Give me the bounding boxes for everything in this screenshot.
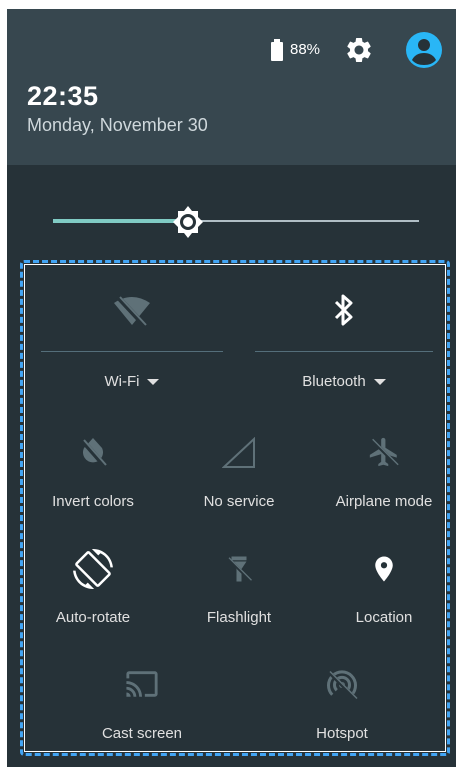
brightness-icon[interactable]: [171, 205, 205, 239]
location-label: Location: [355, 609, 413, 626]
airplane-icon: [369, 437, 399, 467]
service-label: No service: [203, 493, 275, 510]
wifi-divider: [41, 351, 223, 352]
quick-settings-panel: Wi-Fi Bluetooth Invert colors No service: [20, 260, 450, 756]
tile-invert-colors[interactable]: Invert colors: [27, 427, 159, 517]
rotate-label: Auto-rotate: [55, 609, 131, 626]
date-label: Monday, November 30: [27, 115, 208, 135]
bluetooth-icon: [334, 294, 353, 326]
flashlight-label: Flashlight: [206, 609, 272, 626]
brightness-fill: [53, 219, 188, 223]
wifi-off-icon: [114, 295, 150, 327]
shade-header: 88% 22:35 Monday, November 30: [7, 9, 456, 165]
tile-cast-screen[interactable]: Cast screen: [67, 661, 217, 751]
tile-no-service[interactable]: No service: [173, 427, 305, 517]
invert-label: Invert colors: [52, 493, 134, 510]
wifi-label: Wi-Fi: [104, 373, 140, 390]
chevron-down-icon[interactable]: [147, 379, 160, 386]
bluetooth-label: Bluetooth: [302, 373, 366, 390]
tile-bluetooth[interactable]: Bluetooth: [255, 287, 433, 390]
flashlight-icon: [226, 556, 252, 582]
quick-settings-shade: 88% 22:35 Monday, November 30 Wi-Fi Blue…: [7, 9, 456, 767]
tile-hotspot[interactable]: Hotspot: [267, 661, 417, 751]
invert-colors-icon: [80, 438, 107, 467]
tile-flashlight[interactable]: Flashlight: [173, 543, 305, 633]
cast-icon: [126, 671, 158, 697]
signal-icon: [222, 437, 255, 468]
location-pin-icon: [375, 556, 393, 582]
tile-wifi[interactable]: Wi-Fi: [41, 287, 223, 390]
battery-level: 88%: [290, 41, 321, 58]
clock-time: 22:35: [27, 81, 99, 111]
bluetooth-divider: [255, 351, 433, 352]
tile-airplane-mode[interactable]: Airplane mode: [319, 427, 449, 517]
tile-location[interactable]: Location: [319, 543, 449, 633]
user-avatar-icon[interactable]: [406, 32, 442, 68]
hotspot-icon: [327, 670, 358, 700]
airplane-label: Airplane mode: [335, 493, 433, 510]
gear-icon[interactable]: [344, 35, 374, 65]
chevron-down-icon[interactable]: [373, 379, 386, 386]
battery-icon: [271, 39, 283, 61]
screen-rotation-icon: [73, 549, 113, 589]
hotspot-label: Hotspot: [316, 725, 368, 742]
cast-label: Cast screen: [101, 725, 183, 742]
brightness-slider[interactable]: [53, 205, 419, 239]
tile-auto-rotate[interactable]: Auto-rotate: [27, 543, 159, 633]
